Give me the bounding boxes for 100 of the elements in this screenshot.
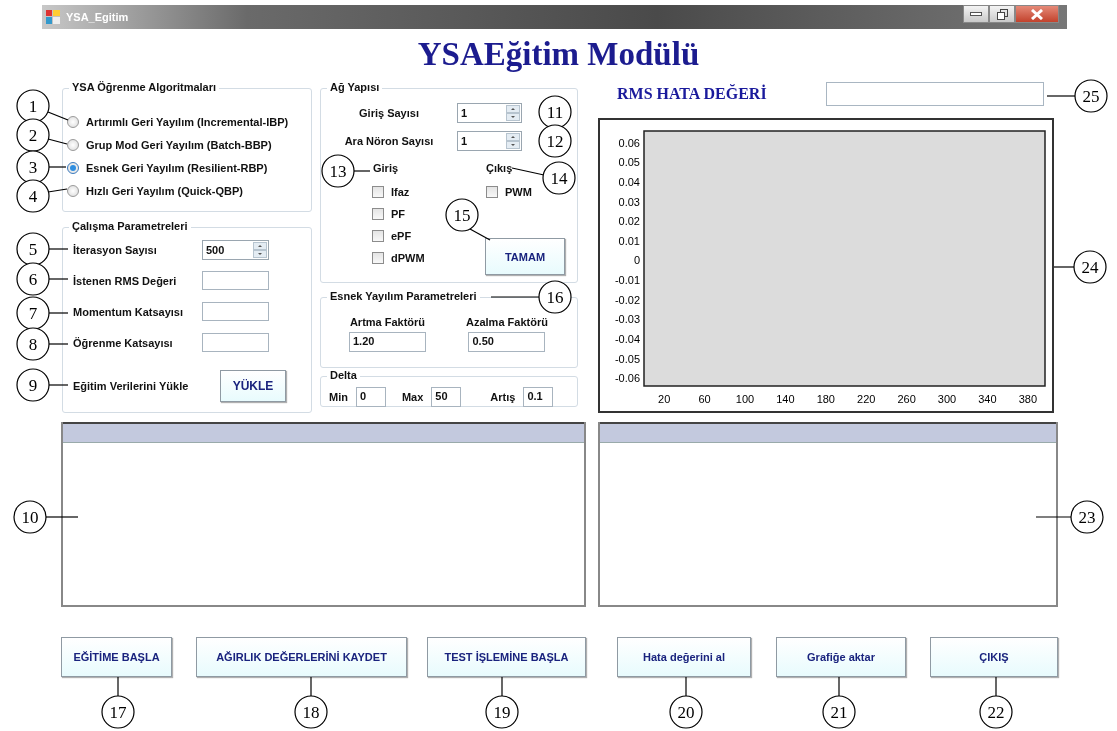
leader-line [1035,516,1072,518]
text-field[interactable]: 0 [355,386,386,407]
callout-marker: 12 [538,124,572,158]
text-field[interactable]: 1.20 [349,332,426,352]
callout-marker: 17 [101,695,135,729]
leader-line [310,676,312,697]
page-heading: YSAEğitim Modülü [417,36,700,73]
text-field[interactable] [202,271,269,290]
text-field[interactable] [826,82,1044,106]
leader-line [47,188,68,193]
radio-label[interactable]: Artırımlı Geri Yayılım (Incremental-IBP) [86,115,289,128]
app-icon [46,10,60,24]
callout-marker: 21 [822,695,856,729]
axis-tick-label: 340 [978,393,997,405]
restore-icon[interactable] [996,8,1008,20]
radio-button[interactable] [67,138,79,151]
callout-marker: 7 [16,296,50,330]
axis-tick-label: 20 [658,393,671,405]
spin-arrows-icon[interactable] [506,133,520,149]
leader-line [47,138,68,145]
text-field[interactable]: 50 [431,386,462,407]
section-label: Giriş [373,162,399,174]
radio-label[interactable]: Hızlı Geri Yayılım (Quick-QBP) [86,184,243,197]
action-button[interactable]: Grafiğe aktar [776,637,906,677]
field-label: Min [329,390,348,403]
text-field[interactable] [202,302,269,321]
field-label: Artma Faktörü [349,316,426,330]
radio-label[interactable]: Esnek Geri Yayılım (Resilient-RBP) [86,161,268,174]
spin-field[interactable]: 1 [457,103,522,123]
checkbox[interactable] [372,252,384,264]
radio-label[interactable]: Grup Mod Geri Yayılım (Batch-BBP) [86,138,272,151]
ok-button[interactable]: TAMAM [485,238,565,275]
restore-button[interactable] [989,5,1015,23]
checkbox[interactable] [486,186,498,198]
spin-arrows-icon[interactable] [253,241,267,258]
callout-marker: 1 [16,89,50,123]
action-button[interactable]: EĞİTİME BAŞLA [61,637,172,677]
section-label: Çıkış [486,162,513,174]
close-icon[interactable] [1030,8,1044,20]
checkbox[interactable] [372,208,384,220]
radio-button[interactable] [67,115,79,128]
text-field[interactable]: 0.50 [468,332,546,352]
callout-marker: 11 [538,95,572,129]
leader-line [48,343,69,345]
rms-label: RMS HATA DEĞERİ [617,85,768,103]
action-button[interactable]: TEST İŞLEMİNE BAŞLA [427,637,586,677]
text-field[interactable]: 0.1 [523,386,554,407]
checkbox-label[interactable]: PWM [505,186,532,198]
field-label: Ara Nöron Sayısı [343,135,435,147]
action-button[interactable]: AĞIRLIK DEĞERLERİNİ KAYDET [196,637,407,677]
axis-tick-label: 0.05 [618,156,640,169]
leader-line [685,676,687,697]
group-label: Esnek Yayılım Parametreleri [327,290,480,302]
axis-tick-label: -0.02 [614,293,640,306]
checkbox-label[interactable]: Ifaz [391,186,410,198]
axis-tick-label: 60 [698,393,711,405]
axis-tick-label: 180 [816,393,835,405]
load-button[interactable]: YÜKLE [220,370,286,402]
minimize-button[interactable] [963,5,989,23]
action-button[interactable]: Hata değerini al [617,637,751,677]
callout-marker: 5 [16,232,50,266]
leader-line [1046,95,1076,97]
leader-line [117,676,119,697]
minimize-icon[interactable] [970,12,982,16]
callout-marker: 18 [294,695,328,729]
group-label: Delta [327,369,360,381]
group-label: Çalışma Parametreleri [69,220,191,232]
radio-button[interactable] [67,161,79,174]
spin-field[interactable]: 500 [202,239,269,260]
axis-tick-label: 380 [1018,393,1037,405]
checkbox[interactable] [372,230,384,242]
callout-marker: 24 [1073,250,1107,284]
axis-tick-label: 140 [776,393,795,405]
checkbox-label[interactable]: ePF [391,230,412,242]
leader-line [1053,266,1075,268]
axis-tick-label: 0.02 [618,215,640,228]
close-button[interactable] [1015,5,1059,23]
radio-button[interactable] [67,184,79,197]
spin-arrows-icon[interactable] [506,105,520,121]
leader-line [511,167,545,176]
field-label: Max [401,390,424,403]
checkbox[interactable] [372,186,384,198]
axis-tick-label: 100 [735,393,755,405]
field-label: Giriş Sayısı [358,107,420,119]
leader-line [48,278,69,280]
group-label: YSA Öğrenme Algoritmaları [69,81,220,93]
axis-tick-label: 0.03 [618,195,640,208]
axis-tick-label: 0.04 [618,176,640,188]
leader-line [48,248,69,250]
axis-tick-label: 0.06 [618,136,640,149]
callout-marker: 15 [445,198,479,232]
callout-marker: 14 [542,161,576,195]
checkbox-label[interactable]: PF [391,208,406,220]
action-button[interactable]: ÇIKIŞ [930,637,1058,677]
spin-field[interactable]: 1 [457,131,522,151]
callout-marker: 22 [979,695,1013,729]
axis-tick-label: 300 [937,393,957,405]
text-field[interactable] [202,333,269,352]
callout-marker: 13 [321,154,355,188]
checkbox-label[interactable]: dPWM [391,252,425,264]
